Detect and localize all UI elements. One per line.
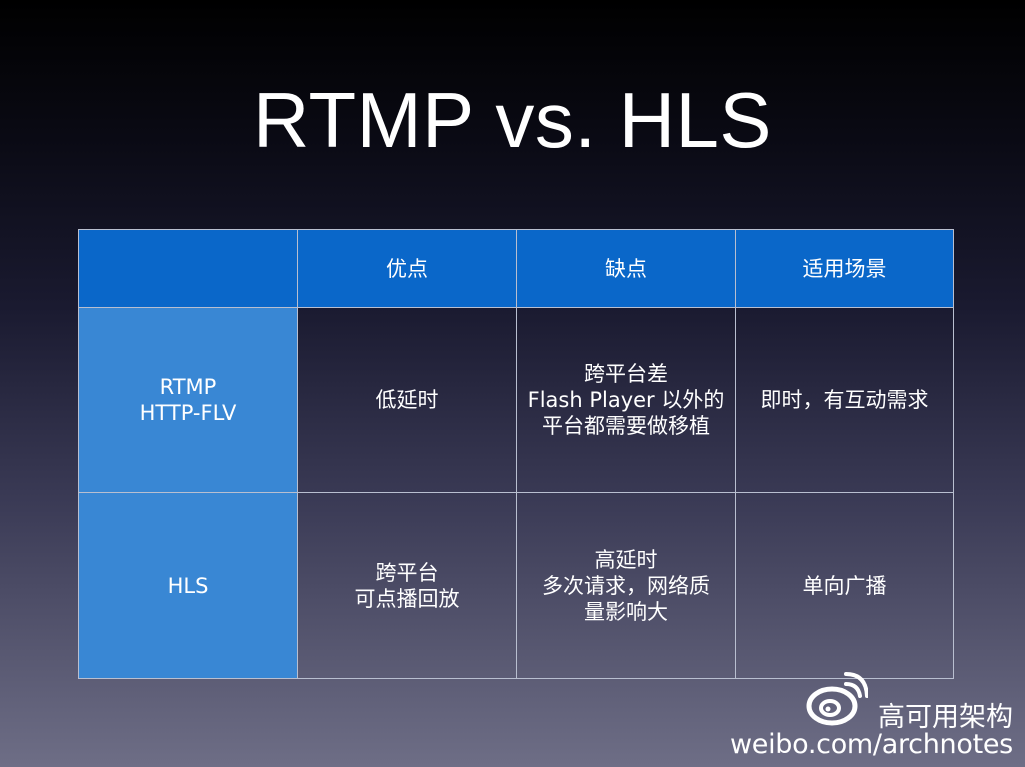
cell-line: 可点播回放 <box>354 586 460 611</box>
cell-line: HLS <box>167 573 209 598</box>
header-corner <box>78 229 298 308</box>
table-row: RTMP HTTP-FLV 低延时 跨平台差 Flash Player 以外的 … <box>78 307 954 493</box>
row-name-rtmp: RTMP HTTP-FLV <box>78 307 298 493</box>
slide: RTMP vs. HLS 优点 缺点 适用场景 RTMP HTTP-FLV 低延… <box>0 0 1025 767</box>
row-rtmp-pros: 低延时 <box>297 307 517 493</box>
cell-line: Flash Player 以外的 <box>527 388 725 412</box>
header-scenario: 适用场景 <box>735 229 954 308</box>
watermark-url: weibo.com/archnotes <box>730 729 1013 760</box>
cell-line: 即时，有互动需求 <box>760 388 929 412</box>
row-hls-pros: 跨平台 可点播回放 <box>297 492 517 679</box>
comparison-table: 优点 缺点 适用场景 RTMP HTTP-FLV 低延时 跨平台差 Flash … <box>78 229 954 679</box>
cell-line: HTTP-FLV <box>139 401 237 425</box>
row-rtmp-scenario: 即时，有互动需求 <box>735 307 954 493</box>
table-row: HLS 跨平台 可点播回放 高延时 多次请求，网络质 量影响大 单向广播 <box>78 492 954 679</box>
header-cons: 缺点 <box>516 229 736 308</box>
header-pros: 优点 <box>297 229 517 308</box>
cell-line: 单向广播 <box>802 573 887 598</box>
watermark: 高可用架构 weibo.com/archnotes <box>730 672 1020 762</box>
slide-title: RTMP vs. HLS <box>253 76 772 164</box>
row-hls-scenario: 单向广播 <box>735 492 954 679</box>
cell-line: 高延时 <box>594 547 658 572</box>
cell-line: 跨平台 <box>375 560 439 585</box>
cell-line: 低延时 <box>375 388 439 412</box>
cell-line: 平台都需要做移植 <box>542 414 710 438</box>
cell-line: RTMP <box>159 375 217 399</box>
cell-line: 多次请求，网络质 <box>542 573 710 598</box>
row-hls-cons: 高延时 多次请求，网络质 量影响大 <box>516 492 736 679</box>
cell-line: 量影响大 <box>584 599 668 624</box>
row-name-hls: HLS <box>78 492 298 679</box>
cell-line: 跨平台差 <box>584 362 668 386</box>
table-header-row: 优点 缺点 适用场景 <box>78 229 954 308</box>
weibo-logo-icon <box>806 672 868 726</box>
row-rtmp-cons: 跨平台差 Flash Player 以外的 平台都需要做移植 <box>516 307 736 493</box>
